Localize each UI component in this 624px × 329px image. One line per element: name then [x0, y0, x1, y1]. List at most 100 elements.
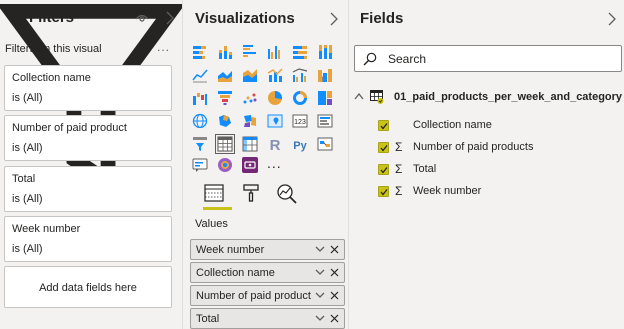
qna-icon[interactable] [192, 157, 208, 173]
value-field-label: Week number [196, 244, 265, 256]
remove-field-icon[interactable] [330, 245, 339, 254]
field-item[interactable]: Σ Total [378, 161, 618, 179]
map-icon[interactable] [192, 113, 208, 129]
checked-checkbox[interactable] [378, 186, 389, 197]
visual-gallery: 123 R Py ... [190, 42, 346, 174]
table-name: 01_paid_products_per_week_and_category [394, 91, 623, 103]
svg-text:123: 123 [294, 119, 306, 126]
line-chart-icon[interactable] [192, 67, 208, 83]
filter-card-number-of-paid-product[interactable]: Number of paid product is (All) [4, 115, 172, 161]
eye-icon[interactable] [135, 12, 149, 24]
pie-chart-icon[interactable] [267, 90, 283, 106]
table-visual-icon[interactable] [215, 134, 235, 154]
value-field-well[interactable]: Number of paid products [190, 285, 345, 306]
globe-visual-icon[interactable] [217, 157, 233, 173]
fields-pane: Fields 01_paid_products_per_week_and_cat… [350, 0, 624, 329]
more-options-icon[interactable]: ... [157, 40, 170, 54]
value-field-well[interactable]: Collection name [190, 262, 345, 283]
remove-field-icon[interactable] [330, 314, 339, 323]
field-table-row[interactable]: 01_paid_products_per_week_and_category [354, 88, 623, 108]
field-name: Week number [413, 185, 482, 197]
field-item[interactable]: Σ Number of paid products [378, 139, 618, 157]
sigma-icon: Σ [395, 140, 403, 154]
more-visuals-icon[interactable]: ... [267, 155, 283, 171]
remove-field-icon[interactable] [330, 291, 339, 300]
svg-text:R: R [270, 137, 281, 152]
card-icon[interactable]: 123 [292, 113, 308, 129]
filter-card-week-number[interactable]: Week number is (All) [4, 216, 172, 262]
chevron-down-icon[interactable] [315, 246, 325, 253]
filter-card-name: Number of paid product [12, 122, 127, 134]
field-item[interactable]: Σ Week number [378, 183, 618, 201]
shape-map-icon[interactable] [242, 113, 258, 129]
filters-pane: Filters Filters on this visual ... Colle… [0, 0, 186, 329]
chevron-down-icon[interactable] [315, 315, 325, 322]
treemap-icon[interactable] [317, 90, 333, 106]
ribbon-chart-icon[interactable] [317, 67, 333, 83]
line-and-clustered-column-icon[interactable] [292, 67, 308, 83]
sigma-icon: Σ [395, 184, 403, 198]
stacked-bar-chart-icon[interactable] [192, 44, 208, 60]
check-icon [380, 145, 388, 152]
sigma-icon: Σ [395, 162, 403, 176]
add-data-fields-drop-zone[interactable]: Add data fields here [4, 266, 172, 308]
stacked-area-chart-icon[interactable] [242, 67, 258, 83]
100-percent-stacked-bar-icon[interactable] [292, 44, 308, 60]
filter-card-collection-name[interactable]: Collection name is (All) [4, 65, 172, 111]
python-visual-icon[interactable]: Py [292, 136, 308, 152]
value-field-label: Collection name [196, 267, 275, 279]
power-apps-visual-icon[interactable] [242, 157, 258, 173]
value-field-well[interactable]: Week number [190, 239, 345, 260]
chevron-up-icon[interactable] [354, 93, 364, 100]
filter-card-total[interactable]: Total is (All) [4, 166, 172, 212]
chevron-down-icon[interactable] [315, 292, 325, 299]
clustered-bar-chart-icon[interactable] [242, 44, 258, 60]
search-input[interactable] [388, 50, 608, 68]
scatter-chart-icon[interactable] [242, 90, 258, 106]
waterfall-chart-icon[interactable] [192, 90, 208, 106]
azure-map-icon[interactable] [267, 113, 283, 129]
filter-card-name: Week number [12, 223, 81, 235]
checked-checkbox[interactable] [378, 164, 389, 175]
multi-row-card-icon[interactable] [317, 113, 333, 129]
value-field-label: Total [196, 313, 220, 325]
slicer-icon[interactable] [192, 136, 208, 152]
table-icon [370, 90, 384, 104]
values-well-label: Values [195, 218, 228, 230]
filter-card-state: is (All) [12, 92, 43, 104]
100-percent-stacked-column-icon[interactable] [317, 44, 333, 60]
remove-field-icon[interactable] [330, 268, 339, 277]
value-field-well[interactable]: Total [190, 308, 345, 329]
visualizations-pane: Visualizations 123 R Py ... Values Week … [184, 0, 349, 329]
field-name: Total [413, 163, 437, 175]
search-icon [363, 52, 377, 66]
key-influencers-icon[interactable] [317, 136, 333, 152]
stacked-column-chart-icon[interactable] [217, 44, 233, 60]
area-chart-icon[interactable] [217, 67, 233, 83]
check-icon [380, 123, 388, 130]
check-icon [380, 167, 388, 174]
clustered-column-chart-icon[interactable] [267, 44, 283, 60]
visualizations-title: Visualizations [195, 10, 295, 27]
fields-title: Fields [360, 10, 404, 27]
collapse-filters-chevron-icon[interactable] [165, 11, 174, 25]
fields-search-box[interactable] [354, 45, 622, 72]
funnel-chart-icon[interactable] [217, 90, 233, 106]
checked-checkbox[interactable] [378, 142, 389, 153]
analytics-magnifier-icon[interactable] [276, 183, 298, 205]
checked-checkbox[interactable] [378, 120, 389, 131]
format-paint-roller-icon[interactable] [241, 183, 261, 203]
fields-tab-icon[interactable] [203, 183, 225, 203]
field-name: Collection name [413, 119, 492, 131]
line-and-stacked-column-icon[interactable] [267, 67, 283, 83]
chevron-down-icon[interactable] [315, 269, 325, 276]
field-item[interactable]: Collection name [378, 117, 618, 135]
filters-title: Filters [29, 9, 75, 26]
filter-card-state: is (All) [12, 243, 43, 255]
collapse-fields-chevron-icon[interactable] [607, 12, 616, 26]
donut-chart-icon[interactable] [292, 90, 308, 106]
filled-map-icon[interactable] [217, 113, 233, 129]
collapse-visualizations-chevron-icon[interactable] [329, 12, 338, 26]
r-script-visual-icon[interactable]: R [267, 136, 283, 152]
matrix-icon[interactable] [242, 136, 258, 152]
